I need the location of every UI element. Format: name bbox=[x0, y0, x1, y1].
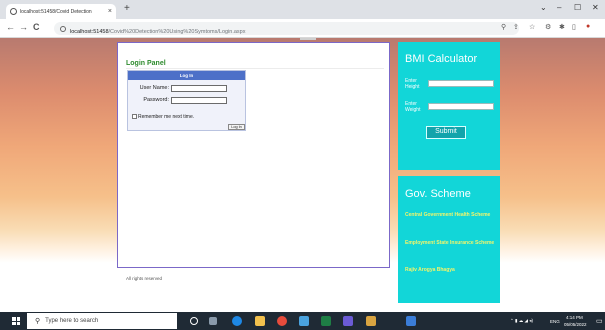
minimize-button[interactable]: – bbox=[557, 3, 561, 12]
page-background: Login Panel Log In User Name: Password: … bbox=[0, 38, 605, 312]
url-input[interactable]: localhost:51458/Covid%20Detection%20Usin… bbox=[54, 22, 519, 35]
username-input[interactable] bbox=[171, 85, 227, 92]
url-path: /Covid%20Detection%20Using%20Symtoms/Log… bbox=[108, 28, 246, 35]
task-view-icon[interactable] bbox=[209, 317, 217, 325]
language-indicator[interactable]: ENG bbox=[550, 319, 560, 324]
chevron-down-icon[interactable]: ⌄ bbox=[540, 3, 547, 12]
edge-icon[interactable] bbox=[232, 316, 242, 326]
tab-title: localhost:51458/Covid Detection bbox=[20, 8, 92, 15]
chrome-icon[interactable] bbox=[277, 316, 287, 326]
divider bbox=[126, 68, 384, 69]
star-icon[interactable]: ☆ bbox=[529, 23, 535, 31]
word-icon[interactable] bbox=[406, 316, 416, 326]
cortana-icon[interactable] bbox=[190, 317, 198, 325]
close-tab-icon[interactable]: × bbox=[108, 8, 112, 15]
reload-button[interactable]: C bbox=[33, 22, 40, 32]
taskbar-search-input[interactable]: ⚲ Type here to search bbox=[27, 313, 177, 329]
weight-input[interactable] bbox=[428, 103, 494, 110]
visual-studio-icon[interactable] bbox=[343, 316, 353, 326]
password-input[interactable] bbox=[171, 97, 227, 104]
zoom-icon[interactable]: ⚲ bbox=[501, 23, 506, 31]
weight-label: Enter Weight bbox=[405, 101, 421, 113]
remember-checkbox[interactable] bbox=[132, 114, 137, 119]
clock-time[interactable]: 4:14 PM bbox=[566, 315, 583, 320]
scheme-link-cghs[interactable]: Central Government Health Scheme bbox=[405, 212, 497, 218]
divider bbox=[300, 38, 316, 40]
notification-icon[interactable]: ▭ bbox=[596, 317, 603, 325]
puzzle-icon[interactable]: ✱ bbox=[559, 23, 565, 31]
remember-label: Remember me next time. bbox=[138, 113, 195, 120]
profile-icon[interactable]: ● bbox=[586, 23, 590, 30]
taskbar: ⚲ Type here to search ⌃ ▮ ☁ ◢ ◂) ENG 4:1… bbox=[0, 312, 605, 330]
forward-button[interactable]: → bbox=[19, 22, 28, 32]
tray-icons[interactable]: ⌃ ▮ ☁ ◢ ◂) bbox=[510, 318, 533, 324]
scheme-link-rajiv-arogya[interactable]: Rajiv Arogya Bhagya bbox=[405, 267, 497, 273]
extension-icon[interactable]: ⚙ bbox=[545, 23, 551, 31]
info-icon[interactable] bbox=[60, 25, 66, 32]
start-button[interactable] bbox=[12, 317, 20, 325]
app-icon[interactable] bbox=[299, 316, 309, 326]
url-host: localhost:51458 bbox=[70, 28, 109, 35]
scheme-link-esi[interactable]: Employment State Insurance Scheme bbox=[405, 240, 497, 246]
excel-icon[interactable] bbox=[321, 316, 331, 326]
close-window-button[interactable]: ✕ bbox=[592, 3, 599, 12]
new-tab-button[interactable]: + bbox=[124, 3, 130, 14]
address-bar: ← → C localhost:51458/Covid%20Detection%… bbox=[0, 19, 605, 38]
height-label: Enter Height bbox=[405, 78, 420, 90]
main-content-panel: Login Panel Log In User Name: Password: … bbox=[117, 42, 390, 268]
submit-button[interactable]: Submit bbox=[426, 126, 466, 139]
footer-text: All rights reserved bbox=[126, 276, 163, 281]
browser-tab-strip: localhost:51458/Covid Detection × + ⌄ – … bbox=[0, 0, 605, 19]
sidepanel-icon[interactable]: ▯ bbox=[572, 23, 576, 31]
bmi-title: BMI Calculator bbox=[405, 53, 478, 65]
globe-icon bbox=[10, 8, 17, 15]
back-button[interactable]: ← bbox=[6, 22, 15, 32]
search-placeholder: Type here to search bbox=[45, 318, 99, 324]
gov-title: Gov. Scheme bbox=[405, 188, 471, 200]
browser-tab[interactable]: localhost:51458/Covid Detection × bbox=[6, 4, 116, 19]
gov-scheme-panel: Gov. Scheme Central Government Health Sc… bbox=[398, 176, 500, 303]
login-header: Log In bbox=[128, 71, 245, 80]
login-panel-title: Login Panel bbox=[126, 60, 166, 67]
search-icon: ⚲ bbox=[35, 318, 41, 325]
clock-date[interactable]: 05/05/2022 bbox=[564, 322, 587, 327]
bmi-calculator-panel: BMI Calculator Enter Height Enter Weight… bbox=[398, 42, 500, 170]
file-explorer-icon[interactable] bbox=[255, 316, 265, 326]
share-icon[interactable]: ⇪ bbox=[513, 23, 519, 31]
password-label: Password: bbox=[143, 97, 169, 103]
height-input[interactable] bbox=[428, 80, 494, 87]
paint-icon[interactable] bbox=[366, 316, 376, 326]
username-label: User Name: bbox=[139, 85, 169, 91]
maximize-button[interactable]: ☐ bbox=[574, 3, 581, 12]
login-button[interactable]: Log In bbox=[228, 124, 245, 130]
login-form: Log In User Name: Password: Remember me … bbox=[127, 70, 246, 131]
